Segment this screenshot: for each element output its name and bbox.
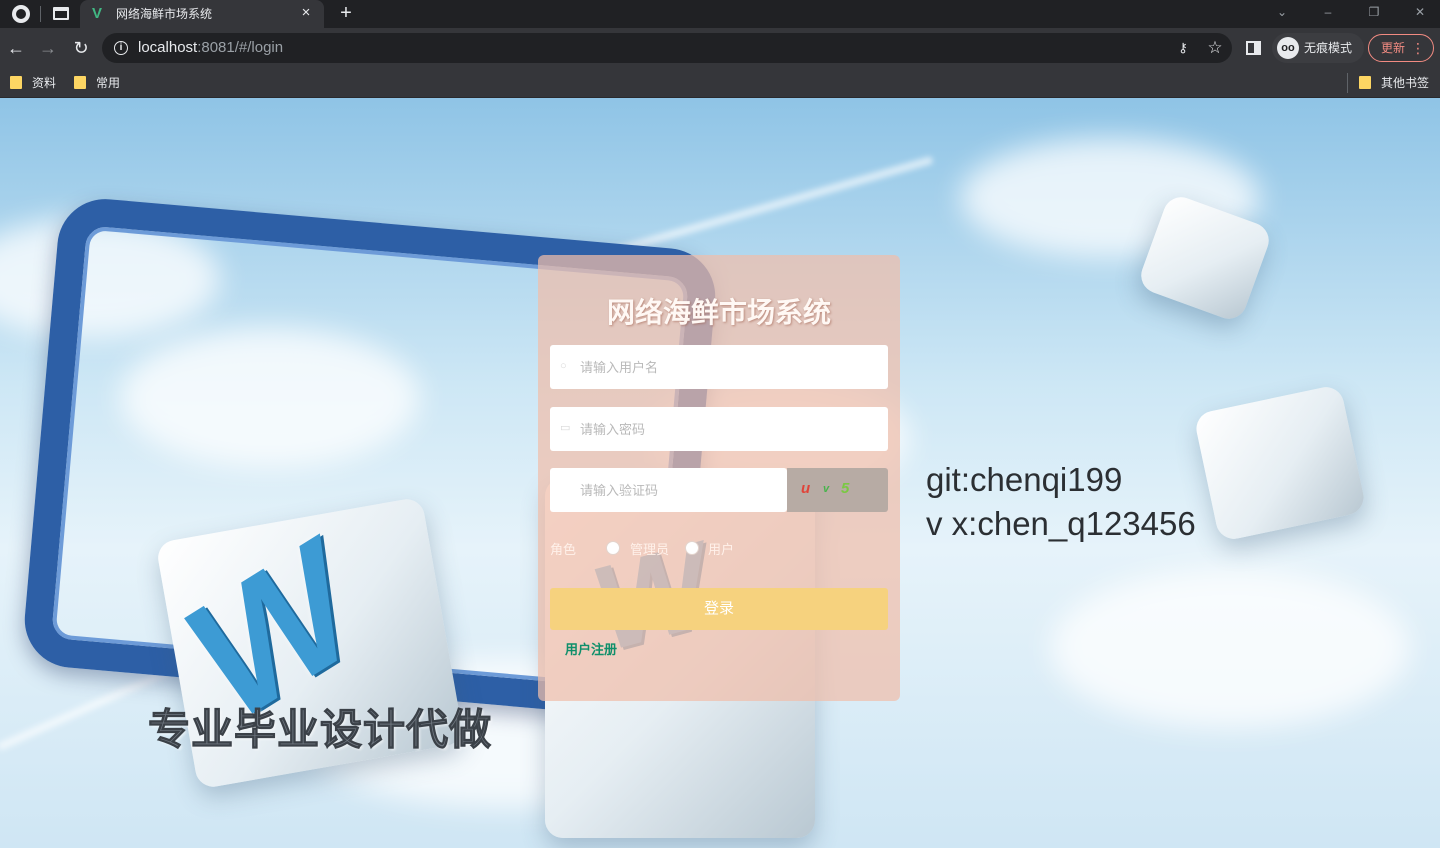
- back-button[interactable]: ←: [5, 37, 27, 59]
- username-field[interactable]: ○: [550, 345, 888, 389]
- browser-toolbar: ← → ↻ i localhost:8081/#/login ⚷ ☆ oo 无痕…: [0, 28, 1440, 68]
- update-button[interactable]: 更新 ⋮: [1368, 34, 1434, 62]
- wechat-watermark: v x:chen_q123456: [926, 505, 1196, 542]
- role-option-user[interactable]: 用户: [708, 539, 734, 558]
- tab-list-icon[interactable]: ⌄: [1274, 4, 1290, 20]
- register-link[interactable]: 用户注册: [565, 639, 617, 658]
- globe-icon[interactable]: [12, 5, 30, 23]
- bookmark-folder-common[interactable]: 常用: [74, 73, 130, 93]
- contact-watermark: git:chenqi199 v x:chen_q123456: [926, 458, 1196, 546]
- url-text[interactable]: localhost:8081/#/login: [138, 39, 283, 57]
- captcha-char: u: [801, 480, 811, 497]
- forward-button[interactable]: →: [37, 37, 59, 59]
- site-info-icon[interactable]: i: [114, 41, 128, 55]
- tab-divider: [40, 6, 41, 22]
- role-radio-admin[interactable]: [606, 541, 620, 555]
- incognito-label: 无痕模式: [1304, 41, 1353, 55]
- tab-close-icon[interactable]: ×: [298, 5, 314, 21]
- login-button[interactable]: 登录: [550, 588, 888, 630]
- background-cloud: [1050, 568, 1410, 728]
- incognito-icon: oo: [1277, 37, 1299, 59]
- login-page: W W 专业毕业设计代做 git:chenqi199 v x:chen_q123…: [0, 98, 1440, 848]
- username-input[interactable]: [580, 345, 870, 389]
- tab-title: 网络海鲜市场系统: [116, 7, 213, 21]
- login-card: 网络海鲜市场系统 ○ ▭ u v 5 角色 管理员 用户 登录 用户注册: [538, 255, 900, 701]
- lock-icon: ▭: [560, 422, 571, 434]
- bookmark-label: 常用: [96, 76, 121, 90]
- login-title: 网络海鲜市场系统: [606, 297, 831, 328]
- other-bookmarks[interactable]: 其他书签: [1359, 73, 1435, 93]
- bookmark-divider: [1347, 73, 1348, 93]
- bookmark-star-icon[interactable]: ☆: [1206, 39, 1224, 57]
- key-icon[interactable]: ⚷: [1174, 40, 1192, 56]
- bookmark-label: 资料: [32, 76, 57, 90]
- new-tab-button[interactable]: +: [336, 3, 356, 23]
- side-panel-icon[interactable]: [1246, 41, 1261, 55]
- captcha-field[interactable]: [550, 468, 787, 512]
- captcha-input[interactable]: [580, 468, 780, 512]
- more-menu-icon[interactable]: ⋮: [1411, 39, 1425, 57]
- password-input[interactable]: [580, 407, 870, 451]
- bookmark-folder-resources[interactable]: 资料: [10, 73, 66, 93]
- captcha-char: 5: [841, 480, 850, 497]
- role-label: 角色: [550, 542, 577, 557]
- folder-icon: [1359, 76, 1371, 89]
- incognito-badge[interactable]: oo 无痕模式: [1272, 33, 1364, 63]
- address-bar[interactable]: i localhost:8081/#/login ⚷ ☆: [102, 33, 1232, 63]
- tab-strip: V 网络海鲜市场系统 × + ⌄ – ❐ ✕: [0, 0, 1440, 28]
- password-field[interactable]: ▭: [550, 407, 888, 451]
- user-icon: ○: [560, 360, 567, 372]
- update-label: 更新: [1381, 41, 1406, 55]
- vue-favicon-icon: V: [92, 5, 103, 22]
- folder-icon: [10, 76, 22, 89]
- captcha-char: v: [823, 483, 830, 495]
- close-window-icon[interactable]: ✕: [1412, 4, 1428, 20]
- bookmark-label: 其他书签: [1381, 76, 1430, 90]
- tab-search-icon[interactable]: [53, 7, 69, 20]
- reload-button[interactable]: ↻: [70, 37, 92, 59]
- minimize-icon[interactable]: –: [1320, 4, 1336, 20]
- role-radio-user[interactable]: [685, 541, 699, 555]
- git-watermark: git:chenqi199: [926, 461, 1123, 498]
- folder-icon: [74, 76, 86, 89]
- decorative-cube: [1193, 383, 1367, 543]
- captcha-image[interactable]: u v 5: [787, 468, 888, 512]
- tab-login[interactable]: V 网络海鲜市场系统 ×: [80, 0, 324, 28]
- restore-icon[interactable]: ❐: [1366, 4, 1382, 20]
- service-watermark: 专业毕业设计代做: [147, 706, 493, 754]
- role-option-admin[interactable]: 管理员: [630, 539, 669, 558]
- bookmarks-bar: 资料 常用 其他书签: [0, 68, 1440, 98]
